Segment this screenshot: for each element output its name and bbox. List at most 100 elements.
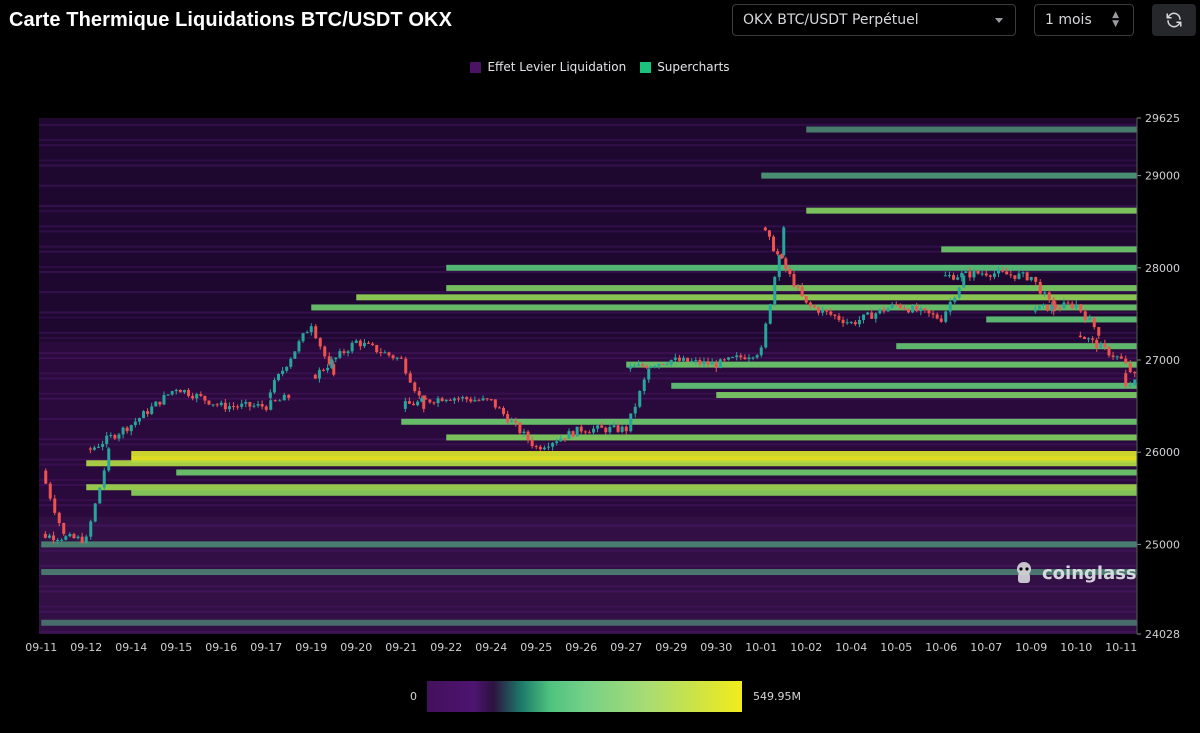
- candle-body: [379, 352, 383, 354]
- candle-body: [604, 427, 608, 433]
- candle-body: [1033, 309, 1037, 312]
- candle-body: [367, 342, 371, 344]
- candle-body: [817, 307, 821, 313]
- candle-body: [633, 406, 637, 414]
- candle-body: [174, 389, 178, 392]
- liquidation-level: [446, 264, 1137, 271]
- liquidation-level: [761, 172, 1137, 179]
- candle-body: [282, 394, 286, 401]
- x-tick-label: 09-30: [700, 641, 732, 654]
- candle-body: [976, 270, 980, 274]
- candle-body: [898, 304, 902, 309]
- candle-body: [420, 398, 424, 402]
- candle-body: [1088, 317, 1092, 320]
- heat-band-faint: [39, 524, 1137, 527]
- candle-body: [413, 382, 417, 392]
- candle-body: [166, 394, 170, 396]
- candle-body: [64, 536, 68, 540]
- candle-body: [777, 255, 781, 277]
- candle-body: [88, 448, 92, 450]
- candle-body: [988, 275, 992, 277]
- candle-body: [1058, 308, 1062, 310]
- candle-body: [686, 357, 690, 362]
- candle-body: [984, 273, 988, 276]
- candle-body: [232, 406, 236, 408]
- candle-body: [256, 404, 260, 406]
- candle-body: [514, 420, 518, 423]
- candle-body: [240, 403, 244, 407]
- candle-body: [408, 373, 412, 383]
- candle-body: [1124, 373, 1128, 387]
- candle-body: [735, 355, 739, 358]
- x-tick-label: 09-19: [295, 641, 327, 654]
- candle-body: [551, 442, 555, 447]
- candle-body: [1091, 338, 1095, 340]
- x-tick-label: 09-12: [70, 641, 102, 654]
- candle-body: [567, 431, 571, 439]
- candle-body: [219, 402, 223, 405]
- candle-body: [399, 357, 403, 359]
- candle-body: [211, 404, 215, 406]
- candle-body: [129, 425, 133, 432]
- heat-band-faint: [39, 311, 1137, 314]
- candle-body: [980, 273, 984, 275]
- candle-body: [624, 426, 628, 432]
- candle-body: [780, 254, 784, 259]
- liquidation-level: [806, 207, 1137, 214]
- candle-body: [395, 357, 399, 359]
- colorbar-min-label: 0: [410, 690, 417, 703]
- candle-body: [203, 395, 207, 401]
- coinglass-logo-icon: [1017, 562, 1031, 583]
- x-tick-label: 10-01: [745, 641, 777, 654]
- candle-body: [182, 389, 186, 393]
- candle-body: [722, 359, 726, 361]
- candle-body: [653, 366, 657, 368]
- candle-body: [894, 304, 898, 306]
- candle-body: [1050, 304, 1054, 311]
- heat-band-faint: [39, 372, 1137, 375]
- candle-body: [1133, 379, 1137, 386]
- liquidation-level: [41, 569, 1137, 576]
- candle-body: [1128, 363, 1132, 373]
- candle-body: [669, 359, 673, 365]
- candle-body: [642, 379, 646, 392]
- x-tick-label: 09-14: [115, 641, 147, 654]
- candle-body: [107, 448, 111, 471]
- candle-body: [278, 400, 282, 402]
- candle-body: [1038, 281, 1042, 294]
- x-tick-label: 10-06: [925, 641, 957, 654]
- candle-body: [957, 287, 961, 298]
- candle-body: [1046, 304, 1050, 311]
- candle-body: [1037, 305, 1041, 310]
- candle-body: [1099, 343, 1103, 349]
- candle-body: [526, 431, 530, 440]
- candle-body: [1070, 303, 1074, 309]
- heat-band-faint: [39, 144, 1137, 147]
- liquidation-level: [356, 294, 1137, 301]
- candle-body: [154, 401, 158, 407]
- candle-body: [547, 446, 551, 448]
- candle-body: [317, 369, 321, 379]
- candle-body: [972, 270, 976, 278]
- candle-body: [645, 366, 649, 368]
- candle-body: [1124, 358, 1128, 364]
- candle-body: [1047, 292, 1051, 300]
- candle-body: [821, 309, 825, 313]
- candle-body: [915, 305, 919, 312]
- heat-band-faint: [39, 205, 1137, 208]
- candle-body: [448, 399, 452, 401]
- candle-body: [1034, 276, 1038, 282]
- candle-body: [710, 362, 714, 365]
- candle-body: [522, 431, 526, 434]
- candle-body: [542, 447, 546, 450]
- candle-body: [244, 402, 248, 404]
- candle-body: [43, 533, 47, 538]
- heat-band-faint: [39, 504, 1137, 507]
- candle-body: [731, 357, 735, 359]
- candle-body: [170, 391, 174, 395]
- liquidation-level: [806, 126, 1137, 133]
- candle-body: [956, 277, 960, 280]
- heat-band-faint: [39, 590, 1137, 593]
- candle-body: [371, 343, 375, 346]
- candle-body: [412, 403, 416, 406]
